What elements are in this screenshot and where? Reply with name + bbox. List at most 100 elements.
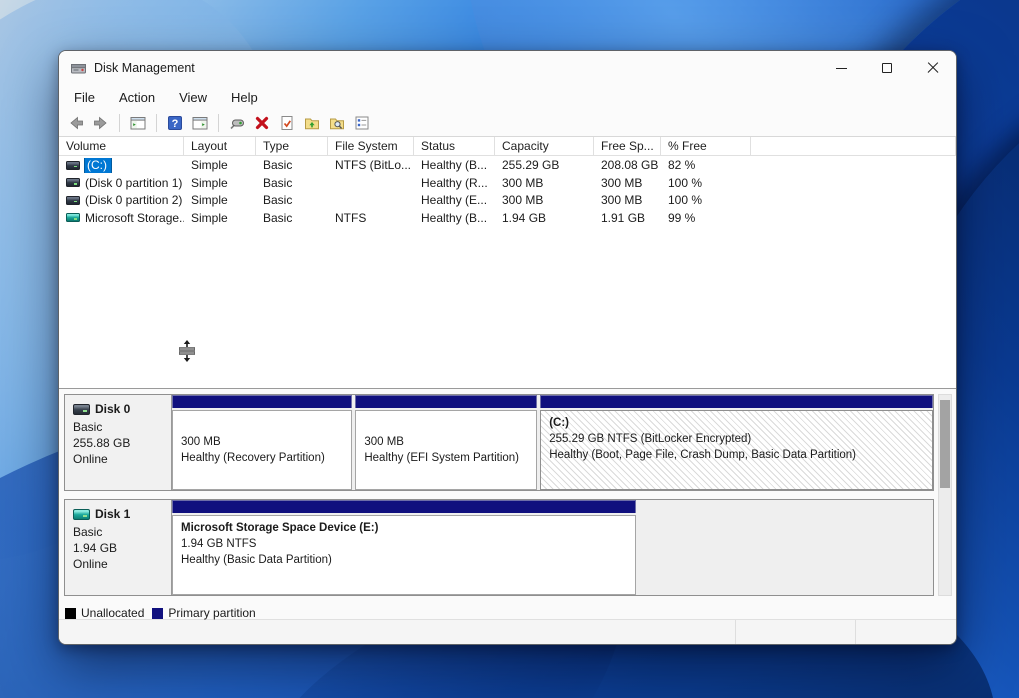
disk-0-info[interactable]: Disk 0 Basic 255.88 GB Online <box>65 395 172 490</box>
cell-pct-free: 100 % <box>661 193 751 207</box>
volume-table-header: Volume Layout Type File System Status Ca… <box>59 137 956 156</box>
col-status[interactable]: Status <box>414 137 495 155</box>
cell-pct-free: 99 % <box>661 211 751 225</box>
maximize-icon <box>882 63 892 73</box>
open-folder-up-icon[interactable] <box>301 112 323 134</box>
show-action-pane-icon[interactable] <box>189 112 211 134</box>
legend-unallocated: Unallocated <box>65 606 144 620</box>
cell-capacity: 255.29 GB <box>495 158 594 172</box>
cell-layout: Simple <box>184 193 256 207</box>
partition-c-selected[interactable]: (C:) 255.29 GB NTFS (BitLocker Encrypted… <box>540 395 933 490</box>
disk-kind: Basic <box>73 524 167 540</box>
disk-name: Disk 0 <box>95 401 130 417</box>
graphical-view-pane: Disk 0 Basic 255.88 GB Online 300 MB Hea… <box>59 389 956 619</box>
cell-capacity: 300 MB <box>495 193 594 207</box>
col-file-system[interactable]: File System <box>328 137 414 155</box>
partition-size: 255.29 GB NTFS (BitLocker Encrypted) <box>549 431 932 447</box>
disk-kind: Basic <box>73 419 167 435</box>
table-row[interactable]: (Disk 0 partition 1) Simple Basic Health… <box>59 174 956 191</box>
disk-1-row: Disk 1 Basic 1.94 GB Online Microsoft St… <box>64 499 934 596</box>
split-resize-cursor-icon <box>179 340 195 362</box>
forward-icon[interactable] <box>90 112 112 134</box>
legend-label: Unallocated <box>81 606 144 620</box>
menu-view[interactable]: View <box>168 87 218 108</box>
minimize-button[interactable] <box>818 51 864 85</box>
volume-disk-icon <box>66 178 80 187</box>
disk-state: Online <box>73 556 167 572</box>
help-icon[interactable]: ? <box>164 112 186 134</box>
cell-type: Basic <box>256 158 328 172</box>
volume-label: (Disk 0 partition 1) <box>85 176 182 190</box>
cell-free-space: 1.91 GB <box>594 211 661 225</box>
show-console-tree-icon[interactable] <box>127 112 149 134</box>
back-icon[interactable] <box>65 112 87 134</box>
mark-partition-active-icon[interactable] <box>276 112 298 134</box>
cell-pct-free: 82 % <box>661 158 751 172</box>
minimize-icon <box>836 68 847 69</box>
volume-disk-icon <box>66 161 80 170</box>
empty-disk-area <box>639 500 933 595</box>
volume-list-pane: Volume Layout Type File System Status Ca… <box>59 137 956 389</box>
disk-name: Disk 1 <box>95 506 130 522</box>
col-type[interactable]: Type <box>256 137 328 155</box>
volume-label: Microsoft Storage... <box>85 211 184 225</box>
volume-disk-icon <box>66 196 80 205</box>
statusbar <box>59 619 956 644</box>
col-layout[interactable]: Layout <box>184 137 256 155</box>
vertical-scrollbar[interactable] <box>938 394 952 596</box>
close-button[interactable] <box>910 51 956 85</box>
partition-title: Microsoft Storage Space Device (E:) <box>181 520 635 536</box>
legend-label: Primary partition <box>168 606 255 620</box>
table-row[interactable]: Microsoft Storage... Simple Basic NTFS H… <box>59 209 956 226</box>
col-free-space[interactable]: Free Sp... <box>594 137 661 155</box>
primary-partition-swatch <box>152 608 163 619</box>
cell-free-space: 208.08 GB <box>594 158 661 172</box>
col-pct-free[interactable]: % Free <box>661 137 751 155</box>
cell-pct-free: 100 % <box>661 176 751 190</box>
scrollbar-thumb[interactable] <box>940 400 950 488</box>
table-row[interactable]: (C:) Simple Basic NTFS (BitLo... Healthy… <box>59 157 956 174</box>
partition-color-bar <box>172 395 352 408</box>
close-icon <box>927 62 939 74</box>
partition-title: (C:) <box>549 415 932 431</box>
partition-efi[interactable]: 300 MB Healthy (EFI System Partition) <box>355 395 537 490</box>
maximize-button[interactable] <box>864 51 910 85</box>
window-title: Disk Management <box>94 61 195 75</box>
legend: Unallocated Primary partition <box>64 604 934 622</box>
partition-e[interactable]: Microsoft Storage Space Device (E:) 1.94… <box>172 500 636 595</box>
status-segment <box>59 620 736 644</box>
cell-status: Healthy (B... <box>414 211 495 225</box>
partition-status: Healthy (EFI System Partition) <box>364 450 536 466</box>
disk-management-window: Disk Management File Action View Help ? <box>58 50 957 645</box>
partition-status: Healthy (Recovery Partition) <box>181 450 351 466</box>
disk-1-info[interactable]: Disk 1 Basic 1.94 GB Online <box>65 500 172 595</box>
properties-list-icon[interactable] <box>351 112 373 134</box>
disk-icon <box>73 404 90 415</box>
menu-help[interactable]: Help <box>220 87 269 108</box>
partition-color-bar <box>540 395 933 408</box>
titlebar[interactable]: Disk Management <box>59 51 956 85</box>
table-row[interactable]: (Disk 0 partition 2) Simple Basic Health… <box>59 192 956 209</box>
partition-status: Healthy (Basic Data Partition) <box>181 552 635 568</box>
menu-action[interactable]: Action <box>108 87 166 108</box>
col-volume[interactable]: Volume <box>59 137 184 155</box>
partition-color-bar <box>172 500 636 513</box>
partition-recovery[interactable]: 300 MB Healthy (Recovery Partition) <box>172 395 352 490</box>
toolbar: ? <box>59 110 956 137</box>
cell-type: Basic <box>256 211 328 225</box>
rescan-disks-icon[interactable] <box>226 112 248 134</box>
status-segment <box>736 620 856 644</box>
cell-layout: Simple <box>184 176 256 190</box>
partition-status: Healthy (Boot, Page File, Crash Dump, Ba… <box>549 447 932 463</box>
disk-size: 255.88 GB <box>73 435 167 451</box>
toolbar-separator <box>119 114 120 132</box>
menu-file[interactable]: File <box>63 87 106 108</box>
cell-free-space: 300 MB <box>594 193 661 207</box>
col-filler <box>751 137 956 155</box>
disk-management-app-icon <box>70 60 87 77</box>
view-folder-icon[interactable] <box>326 112 348 134</box>
col-capacity[interactable]: Capacity <box>495 137 594 155</box>
delete-volume-icon[interactable] <box>251 112 273 134</box>
disk-0-partitions: 300 MB Healthy (Recovery Partition) 300 … <box>172 395 933 490</box>
svg-text:?: ? <box>172 118 179 130</box>
